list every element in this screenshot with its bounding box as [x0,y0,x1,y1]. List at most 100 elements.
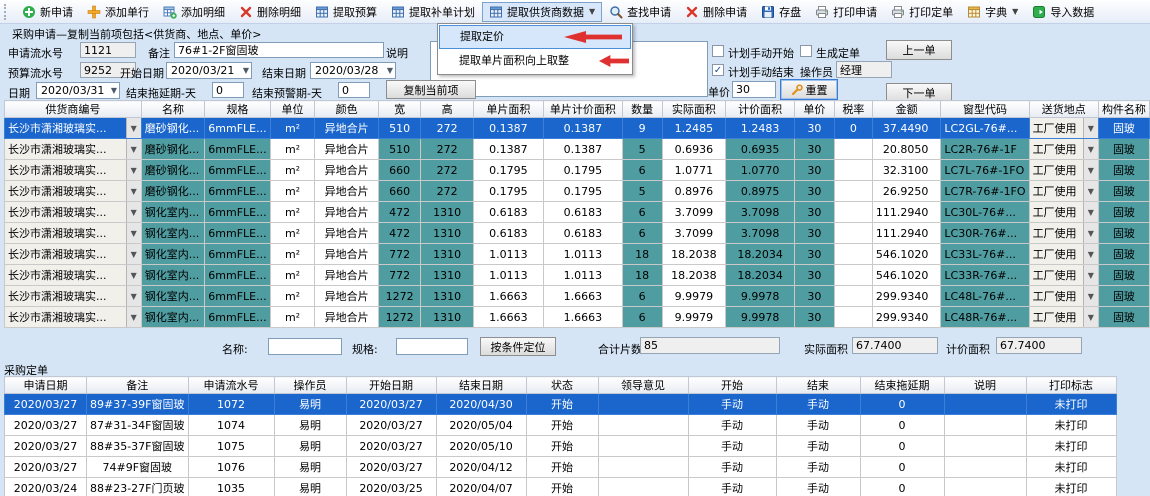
cell-piece-priced-area[interactable]: 1.6663 [543,307,622,328]
cell-end-delay[interactable]: 0 [860,436,944,457]
manual-start-checkbox[interactable] [712,45,724,57]
cell-qty[interactable]: 18 [622,265,662,286]
toolbar-button-dictionary[interactable]: 字典▼ [960,2,1025,22]
cell-part-name[interactable]: 固玻 [1098,265,1149,286]
cell-priced-area[interactable]: 3.7098 [726,223,795,244]
cell-window-code[interactable]: LC33R-76#... [941,265,1029,286]
cell-unit[interactable]: m² [270,160,315,181]
cell-amount[interactable]: 111.2940 [872,223,941,244]
toolbar-button-print-order[interactable]: 打印定单 [884,2,960,22]
cell-leader-opinion[interactable] [598,478,688,496]
cell-start[interactable]: 手动 [688,478,776,496]
table-row[interactable]: 长沙市潇湘玻璃实...▼磨砂钢化...6mmFLE...m²异地合片510272… [5,118,1150,139]
cell-delivery-location[interactable]: 工厂使用▼ [1029,160,1098,181]
operator-field[interactable] [836,61,892,78]
dropdown-button[interactable]: ▼ [126,160,141,180]
cell-window-code[interactable]: LC2R-76#-1F [941,139,1029,160]
table-row[interactable]: 长沙市潇湘玻璃实...▼钢化室内...6mmFLE...m²异地合片127213… [5,307,1150,328]
cell-actual-area[interactable]: 1.0771 [662,160,726,181]
dropdown-button[interactable]: ▼ [126,139,141,159]
cell-piece-priced-area[interactable]: 1.0113 [543,265,622,286]
cell-tax-rate[interactable] [834,286,872,307]
cell-part-name[interactable]: 固玻 [1098,202,1149,223]
cell-remark[interactable]: 87#31-34F窗固玻 [87,415,189,436]
cell-priced-area[interactable]: 9.9978 [726,286,795,307]
toolbar-button-import-data[interactable]: 导入数据 [1025,2,1101,22]
cell-unit-price[interactable]: 30 [794,181,834,202]
cell-operator[interactable]: 易明 [274,436,346,457]
cell-status[interactable]: 开始 [526,457,598,478]
cell-width[interactable]: 472 [378,223,420,244]
toolbar-button-add-detail[interactable]: 添加明细 [156,2,232,22]
cell-window-code[interactable]: LC48L-76#... [941,286,1029,307]
cell-height[interactable]: 272 [421,118,473,139]
cell-window-code[interactable]: LC30R-76#... [941,223,1029,244]
cell-piece-priced-area[interactable]: 0.1387 [543,118,622,139]
cell-end[interactable]: 手动 [776,394,860,415]
cell-piece-priced-area[interactable]: 1.6663 [543,286,622,307]
cell-note[interactable] [944,394,1026,415]
cell-qty[interactable]: 6 [622,223,662,244]
cell-piece-area[interactable]: 0.1387 [473,118,543,139]
dropdown-button[interactable]: ▼ [1083,286,1098,306]
cell-color[interactable]: 异地合片 [315,160,378,181]
table-row[interactable]: 2020/03/2488#23-27F门页玻1035易明2020/03/2520… [5,478,1117,496]
dropdown-button[interactable]: ▼ [1083,202,1098,222]
cell-start-date[interactable]: 2020/03/25 [346,478,436,496]
cell-width[interactable]: 772 [378,265,420,286]
cell-part-name[interactable]: 固玻 [1098,307,1149,328]
manual-end-checkbox[interactable]: ✓ [712,64,724,76]
cell-spec[interactable]: 6mmFLE... [205,160,270,181]
cell-leader-opinion[interactable] [598,394,688,415]
cell-spec[interactable]: 6mmFLE... [205,118,270,139]
cell-supplier-code[interactable]: 长沙市潇湘玻璃实...▼ [5,307,142,328]
cell-request-no[interactable]: 1074 [188,415,274,436]
cell-priced-area[interactable]: 18.2034 [726,265,795,286]
cell-amount[interactable]: 299.9340 [872,307,941,328]
cell-tax-rate[interactable] [834,244,872,265]
cell-part-name[interactable]: 固玻 [1098,181,1149,202]
cell-name[interactable]: 钢化室内... [141,307,205,328]
toolbar-button-extract-supplement-plan[interactable]: 提取补单计划 [384,2,482,22]
cell-name[interactable]: 钢化室内... [141,202,205,223]
cell-supplier-code[interactable]: 长沙市潇湘玻璃实...▼ [5,139,142,160]
table-row[interactable]: 长沙市潇湘玻璃实...▼钢化室内...6mmFLE...m²异地合片772131… [5,244,1150,265]
dropdown-button[interactable]: ▼ [126,307,141,327]
priced-area-total-field[interactable] [996,337,1082,354]
cell-tax-rate[interactable] [834,139,872,160]
cell-width[interactable]: 660 [378,160,420,181]
cell-remark[interactable]: 88#35-37F窗固玻 [87,436,189,457]
end-warn-field[interactable] [338,82,370,98]
cell-width[interactable]: 772 [378,244,420,265]
cell-color[interactable]: 异地合片 [315,181,378,202]
dropdown-button[interactable]: ▼ [126,181,141,201]
cell-end-date[interactable]: 2020/04/12 [436,457,526,478]
cell-supplier-code[interactable]: 长沙市潇湘玻璃实...▼ [5,265,142,286]
cell-note[interactable] [944,478,1026,496]
cell-part-name[interactable]: 固玻 [1098,118,1149,139]
cell-height[interactable]: 272 [421,160,473,181]
cell-operator[interactable]: 易明 [274,457,346,478]
toolbar-button-print-request[interactable]: 打印申请 [808,2,884,22]
cell-leader-opinion[interactable] [598,457,688,478]
cell-start[interactable]: 手动 [688,415,776,436]
cell-height[interactable]: 1310 [421,286,473,307]
cell-color[interactable]: 异地合片 [315,118,378,139]
cell-height[interactable]: 272 [421,139,473,160]
cell-supplier-code[interactable]: 长沙市潇湘玻璃实...▼ [5,223,142,244]
cell-unit[interactable]: m² [270,181,315,202]
cell-unit-price[interactable]: 30 [794,286,834,307]
table-row[interactable]: 长沙市潇湘玻璃实...▼钢化室内...6mmFLE...m²异地合片772131… [5,265,1150,286]
cell-piece-area[interactable]: 0.1795 [473,181,543,202]
cell-part-name[interactable]: 固玻 [1098,160,1149,181]
cell-color[interactable]: 异地合片 [315,265,378,286]
dropdown-button[interactable]: ▼ [126,223,141,243]
cell-status[interactable]: 开始 [526,436,598,457]
cell-start-date[interactable]: 2020/03/27 [346,457,436,478]
cell-note[interactable] [944,415,1026,436]
cell-actual-area[interactable]: 3.7099 [662,202,726,223]
cell-end-date[interactable]: 2020/04/30 [436,394,526,415]
cell-piece-priced-area[interactable]: 0.1795 [543,181,622,202]
cell-qty[interactable]: 5 [622,139,662,160]
dropdown-button[interactable]: ▼ [1083,244,1098,264]
